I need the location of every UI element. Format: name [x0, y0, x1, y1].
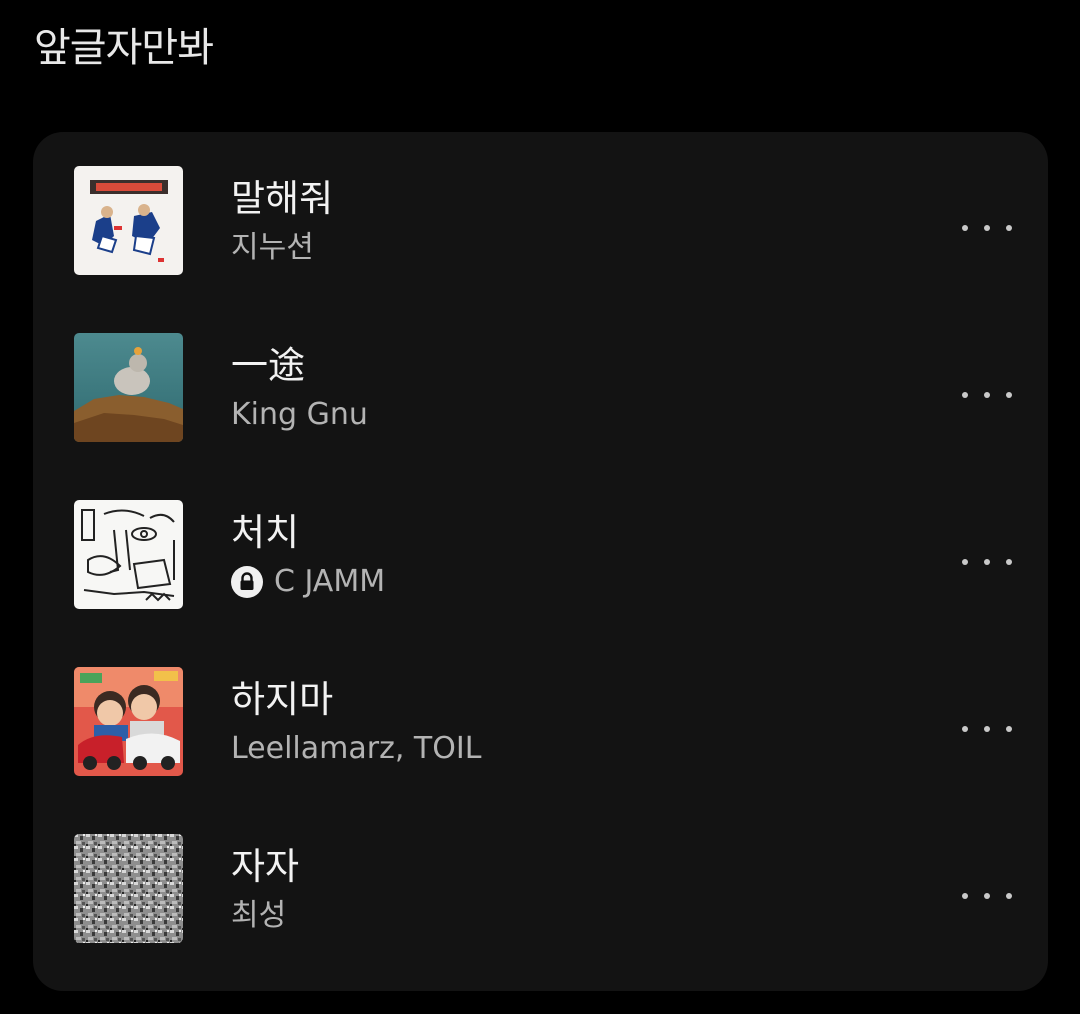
track-artist: 최성	[231, 896, 286, 936]
artist-name: Leellamarz, TOIL	[231, 731, 482, 766]
more-options-icon[interactable]	[962, 218, 1012, 238]
track-title: 처치	[231, 511, 300, 554]
track-artist: 지누션	[231, 228, 314, 268]
artist-name: 지누션	[231, 230, 314, 265]
more-options-icon[interactable]	[962, 385, 1012, 405]
artist-name: C JAMM	[274, 564, 386, 599]
track-row[interactable]: 처치 C JAMM	[33, 466, 1048, 616]
track-row[interactable]: 하지마 Leellamarz, TOIL	[33, 633, 1048, 783]
track-artist: Leellamarz, TOIL	[231, 729, 481, 769]
page-title: 앞글자만봐	[34, 25, 214, 71]
lock-icon	[231, 566, 263, 598]
track-title: 말해줘	[231, 177, 334, 220]
track-title: 하지마	[231, 678, 334, 721]
album-cover[interactable]	[74, 166, 183, 275]
track-title: 자자	[231, 845, 300, 888]
track-row[interactable]: 一途 King Gnu	[33, 299, 1048, 449]
more-options-icon[interactable]	[962, 552, 1012, 572]
album-cover[interactable]	[74, 500, 183, 609]
artist-name: King Gnu	[231, 397, 368, 432]
track-artist: C JAMM	[231, 562, 385, 602]
track-artist: King Gnu	[231, 395, 368, 435]
album-cover[interactable]	[74, 667, 183, 776]
track-title: 一途	[231, 344, 305, 387]
album-cover[interactable]	[74, 834, 183, 943]
more-options-icon[interactable]	[962, 719, 1012, 739]
more-options-icon[interactable]	[962, 886, 1012, 906]
album-cover[interactable]	[74, 333, 183, 442]
artist-name: 최성	[231, 898, 287, 933]
track-row[interactable]: 말해줘 지누션	[33, 132, 1048, 282]
track-row[interactable]: 자자 최성	[33, 800, 1048, 950]
track-list: 말해줘 지누션 一途 King Gnu 처치 C JAMM 하지마 Leella…	[33, 132, 1048, 991]
